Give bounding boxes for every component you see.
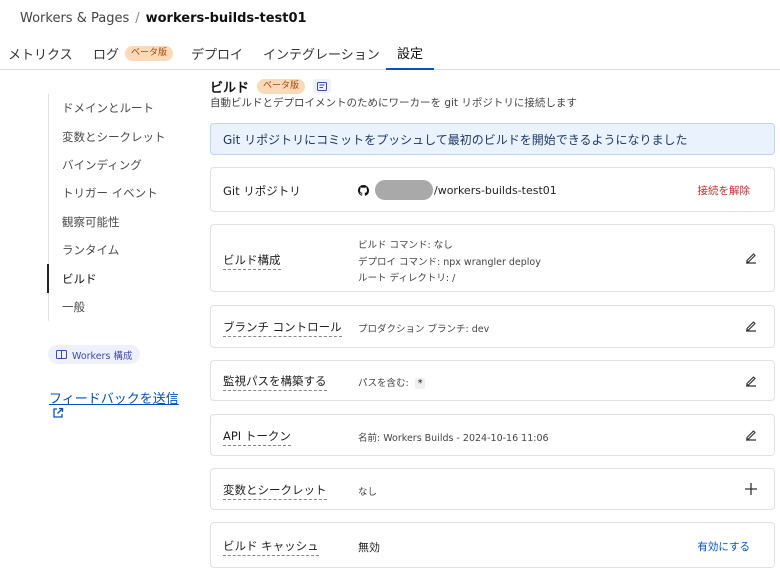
edit-icon[interactable] [744,251,758,265]
info-banner-text: Git リポジトリにコミットをプッシュして最初のビルドを開始できるようになりまし… [223,132,688,147]
build-beta-badge: ベータ版 [257,78,306,94]
settings-sidebar: ドメインとルート 変数とシークレット バインディング トリガー イベント 観察可… [47,94,188,322]
git-repository-value: /workers-builds-test01 [358,180,557,200]
edit-icon[interactable] [744,319,758,333]
breadcrumb-separator: / [135,10,140,26]
workers-config-label: Workers 構成 [72,350,133,362]
api-token-label: API トークン [223,428,291,446]
production-branch-value: プロダクション ブランチ: dev [358,324,490,335]
book-icon [56,350,67,359]
path-pattern: * [414,378,426,389]
build-config-card: ビルド構成 ビルド コマンド: なし デプロイ コマンド: npx wrangl… [210,224,775,292]
sidebar-item-variables[interactable]: 変数とシークレット [49,122,188,150]
feedback-link[interactable]: フィードバックを送信 [49,388,179,407]
branch-control-label: ブランチ コントロール [223,319,342,337]
variables-label: 変数とシークレット [223,482,327,500]
tab-integrations-label: インテグレーション [263,47,380,63]
tab-metrics[interactable]: メトリクス [8,36,73,70]
enable-cache-button[interactable]: 有効にする [697,539,750,554]
tab-deploy-label: デプロイ [191,47,244,63]
sidebar-item-bindings[interactable]: バインディング [49,151,188,179]
plus-icon[interactable] [744,482,758,496]
info-banner: Git リポジトリにコミットをプッシュして最初のビルドを開始できるようになりまし… [210,123,775,155]
build-command-value: ビルド コマンド: なし [358,240,453,251]
sidebar-item-label: ドメインとルート [62,101,154,116]
tab-deploy[interactable]: デプロイ [191,36,243,70]
sidebar-item-label: 観察可能性 [62,214,120,229]
beta-badge: ベータ版 [125,45,174,61]
root-directory-value: ルート ディレクトリ: / [358,273,456,284]
edit-icon[interactable] [744,374,758,388]
redacted-owner [375,180,433,200]
sidebar-item-label: 変数とシークレット [62,129,166,144]
build-cache-label: ビルド キャッシュ [223,538,319,556]
sidebar-item-runtime[interactable]: ランタイム [49,236,188,264]
git-repository-label: Git リポジトリ [223,184,301,198]
tab-settings-label: 設定 [396,46,423,62]
sidebar-item-observability[interactable]: 観察可能性 [49,208,188,236]
build-config-label: ビルド構成 [223,252,281,270]
docs-icon[interactable] [313,79,332,93]
build-section-header: ビルド ベータ版 [210,77,332,96]
sidebar-item-label: ビルド [62,271,97,286]
sidebar-item-label: バインディング [62,157,142,172]
branch-control-card: ブランチ コントロール プロダクション ブランチ: dev [210,305,775,348]
api-token-card: API トークン 名前: Workers Builds - 2024-10-16… [210,414,775,456]
breadcrumb: Workers & Pages / workers-builds-test01 [20,9,307,27]
include-paths-value: パスを含む: * [358,375,426,389]
breadcrumb-current: workers-builds-test01 [145,10,307,26]
api-token-value: 名前: Workers Builds - 2024-10-16 11:06 [358,433,549,444]
workers-config-link[interactable]: Workers 構成 [48,345,141,364]
build-title: ビルド [210,80,250,96]
disconnect-button[interactable]: 接続を解除 [698,183,751,198]
sidebar-item-triggers[interactable]: トリガー イベント [49,179,188,207]
tab-logs[interactable]: ログ ベータ版 [93,36,174,70]
watch-paths-label: 監視パスを構築する [223,373,327,391]
build-cache-value: 無効 [358,541,380,554]
external-link-icon[interactable] [52,407,64,419]
edit-icon[interactable] [744,428,758,442]
breadcrumb-parent[interactable]: Workers & Pages [20,11,129,26]
sidebar-item-general[interactable]: 一般 [49,293,188,321]
sidebar-item-build[interactable]: ビルド [47,264,188,294]
tab-logs-label: ログ [93,47,120,63]
variables-card: 変数とシークレット なし [210,468,775,510]
repo-name[interactable]: /workers-builds-test01 [434,184,557,197]
watch-paths-card: 監視パスを構築する パスを含む: * [210,360,775,401]
sidebar-item-label: トリガー イベント [62,186,158,201]
github-icon [358,184,369,196]
sidebar-item-label: ランタイム [62,243,120,258]
tab-integrations[interactable]: インテグレーション [263,36,380,70]
build-description: 自動ビルドとデプロイメントのためにワーカーを git リポジトリに接続します [210,97,577,109]
tab-metrics-label: メトリクス [8,47,73,63]
sidebar-item-domains[interactable]: ドメインとルート [49,94,188,122]
variables-value: なし [358,487,378,498]
sidebar-item-label: 一般 [62,299,85,314]
git-repository-card: Git リポジトリ /workers-builds-test01 接続を解除 [210,167,775,212]
include-paths-label: パスを含む: [358,378,409,389]
tab-bar: メトリクス ログ ベータ版 デプロイ インテグレーション 設定 [0,36,780,70]
tab-settings[interactable]: 設定 [386,36,434,70]
build-cache-card: ビルド キャッシュ 無効 有効にする [210,522,775,568]
deploy-command-value: デプロイ コマンド: npx wrangler deploy [358,257,541,268]
